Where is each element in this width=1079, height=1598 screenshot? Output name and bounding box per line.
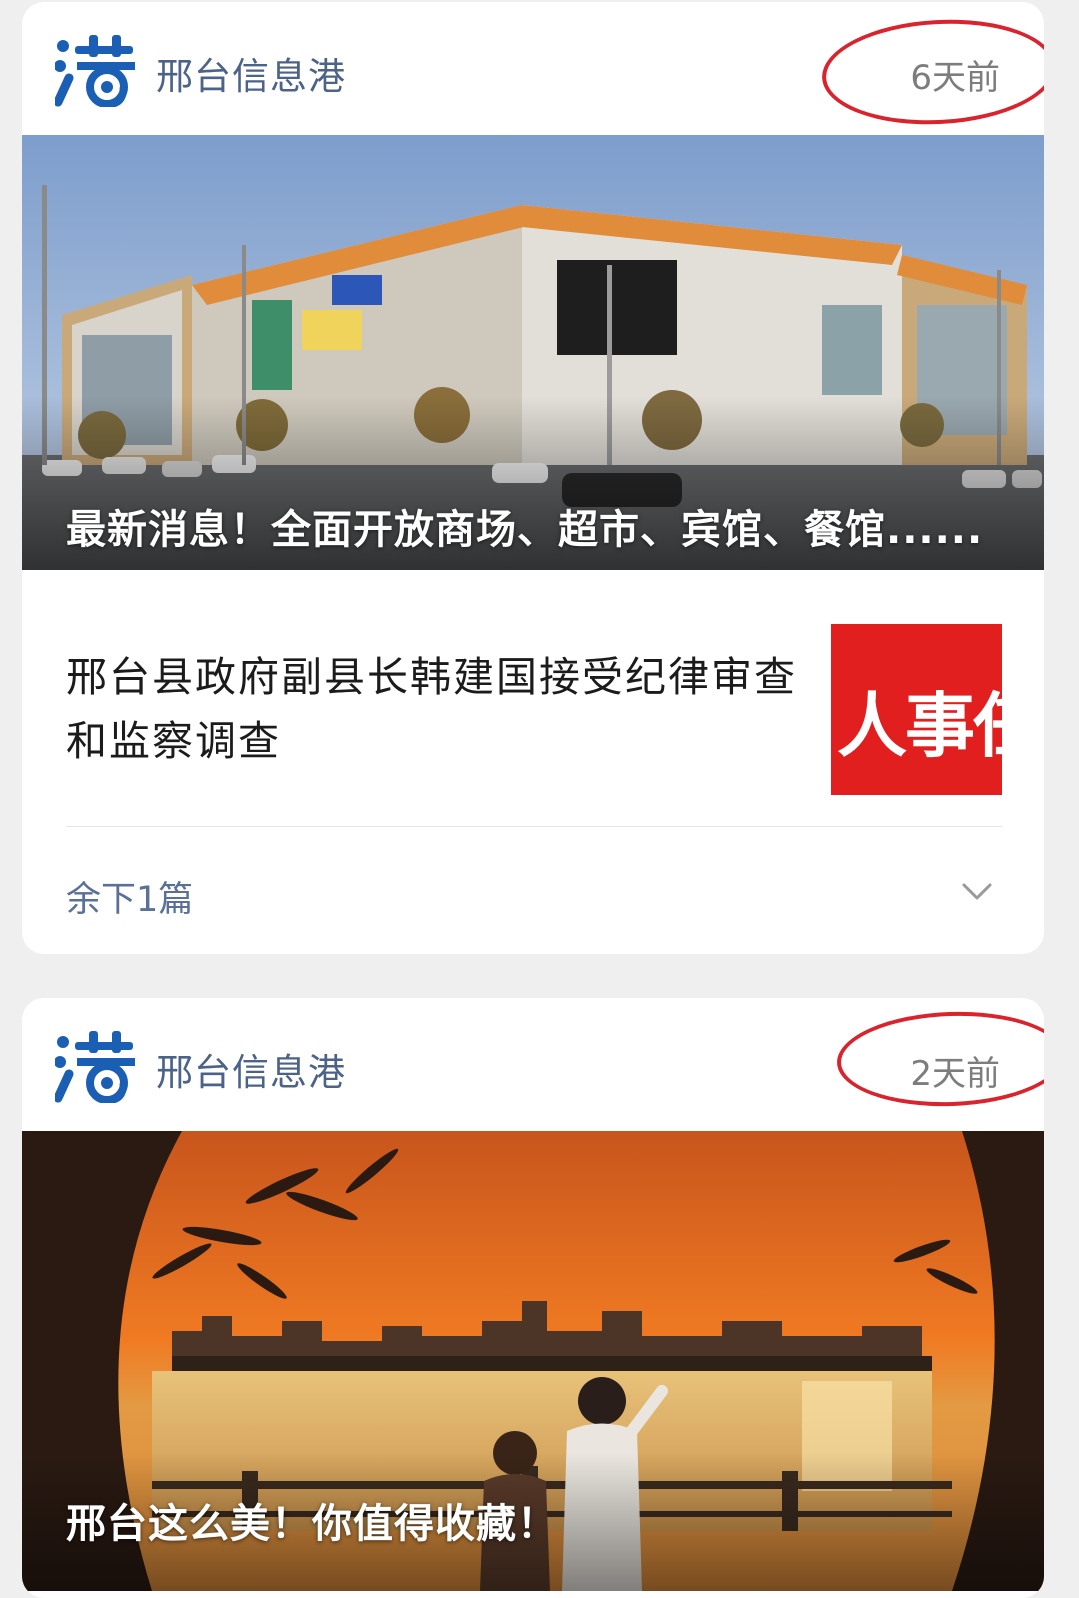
card-header: 邢台信息港 6天前 [22,2,1044,135]
hero-title[interactable]: 邢台这么美！你值得收藏！ [66,1491,558,1549]
remaining-articles-link[interactable]: 余下1篇 [66,871,193,922]
divider [66,826,1002,827]
article-title[interactable]: 邢台县政府副县长韩建国接受纪律审查和监察调查 [66,645,806,773]
chevron-down-icon[interactable] [962,882,992,902]
article-thumbnail[interactable]: 人事任 [831,624,1002,795]
source-name[interactable]: 邢台信息港 [156,46,346,100]
source-name[interactable]: 邢台信息港 [156,1042,346,1096]
news-card[interactable]: 邢台信息港 2天前 邢台这么美！你值得收藏！ [22,998,1044,1598]
card-header: 邢台信息港 2天前 [22,998,1044,1131]
thumbnail-text: 人事任 [837,685,1002,767]
hero-image[interactable]: 邢台这么美！你值得收藏！ [22,1131,1044,1591]
highlight-circle [835,1008,1044,1110]
gang-logo-icon [55,1031,135,1103]
hero-title[interactable]: 最新消息！全面开放商场、超市、宾馆、餐馆...... [66,497,983,555]
highlight-circle [819,13,1044,131]
gang-logo-icon [55,35,135,107]
news-card[interactable]: 邢台信息港 6天前 最新消息！全面开放商场、超市、宾馆、餐馆...... 邢台县… [22,2,1044,954]
hero-image[interactable]: 最新消息！全面开放商场、超市、宾馆、餐馆...... [22,135,1044,570]
